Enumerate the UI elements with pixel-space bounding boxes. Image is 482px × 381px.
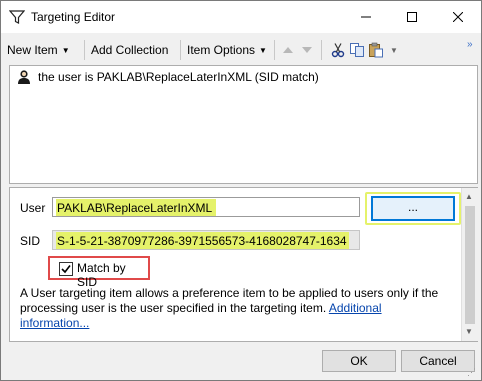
browse-user-button[interactable]: ... <box>371 196 455 221</box>
sid-label: SID <box>20 234 41 248</box>
minimize-icon <box>361 16 371 18</box>
scrollbar-thumb[interactable] <box>465 206 475 324</box>
item-options-label: Item Options <box>187 43 256 57</box>
sid-field[interactable]: S-1-5-21-3870977286-3971556573-416802874… <box>52 230 360 250</box>
user-icon <box>18 70 30 84</box>
resize-grip-icon[interactable]: ⋰ <box>467 367 476 378</box>
maximize-icon <box>407 12 417 22</box>
scroll-down-icon[interactable]: ▼ <box>465 327 473 336</box>
match-by-sid-checkbox[interactable]: Match by SID <box>48 256 150 289</box>
add-collection-button[interactable]: Add Collection <box>91 41 168 59</box>
paste-icon[interactable] <box>368 42 384 58</box>
dropdown-caret-icon: ▼ <box>61 45 70 55</box>
copy-icon[interactable] <box>349 42 365 58</box>
add-collection-label: Add Collection <box>91 43 169 57</box>
list-item-label: the user is PAKLAB\ReplaceLaterInXML (SI… <box>38 70 319 84</box>
targeting-items-list[interactable]: the user is PAKLAB\ReplaceLaterInXML (SI… <box>9 65 478 184</box>
close-button[interactable] <box>435 1 481 33</box>
list-item[interactable]: the user is PAKLAB\ReplaceLaterInXML (SI… <box>16 68 319 86</box>
cancel-button[interactable]: Cancel <box>401 350 475 372</box>
maximize-button[interactable] <box>389 1 435 33</box>
checkmark-icon <box>61 265 71 274</box>
toolbar-separator <box>274 40 275 60</box>
user-value: PAKLAB\ReplaceLaterInXML <box>56 199 217 216</box>
targeting-editor-window: Targeting Editor New Item ▼ Add Collectio… <box>0 0 482 381</box>
match-by-sid-label: Match by SID <box>77 261 126 289</box>
toolbar-overflow-icon[interactable]: » <box>467 39 472 50</box>
move-down-icon[interactable] <box>299 42 315 58</box>
toolbar-separator <box>180 40 181 60</box>
toolbar-separator <box>321 40 322 60</box>
dropdown-caret-icon: ▼ <box>259 45 267 55</box>
description-text: A User targeting item allows a preferenc… <box>20 286 450 331</box>
user-field[interactable]: PAKLAB\ReplaceLaterInXML <box>52 197 360 217</box>
window-title: Targeting Editor <box>31 10 116 24</box>
user-label: User <box>20 201 46 215</box>
scroll-up-icon[interactable]: ▲ <box>465 192 473 201</box>
title-bar: Targeting Editor <box>1 1 481 33</box>
properties-panel: User PAKLAB\ReplaceLaterInXML ... SID S-… <box>9 187 478 342</box>
properties-scrollbar[interactable]: ▲ ▼ <box>461 188 478 341</box>
ok-button[interactable]: OK <box>322 350 396 372</box>
checkbox-box[interactable] <box>59 262 73 276</box>
minimize-button[interactable] <box>343 1 389 33</box>
cut-icon[interactable] <box>330 42 346 58</box>
move-up-icon[interactable] <box>280 42 296 58</box>
new-item-menu[interactable]: New Item ▼ <box>7 41 70 59</box>
close-icon <box>453 12 463 22</box>
toolbar-separator <box>84 40 85 60</box>
item-options-menu[interactable]: Item Options ▼ <box>187 41 267 59</box>
toolbar: New Item ▼ Add Collection Item Options ▼ ▼ <box>1 37 481 63</box>
new-item-label: New Item <box>7 43 58 57</box>
sid-value: S-1-5-21-3870977286-3971556573-416802874… <box>56 232 349 249</box>
paste-dropdown-icon[interactable]: ▼ <box>390 46 398 55</box>
filter-icon <box>9 10 25 24</box>
